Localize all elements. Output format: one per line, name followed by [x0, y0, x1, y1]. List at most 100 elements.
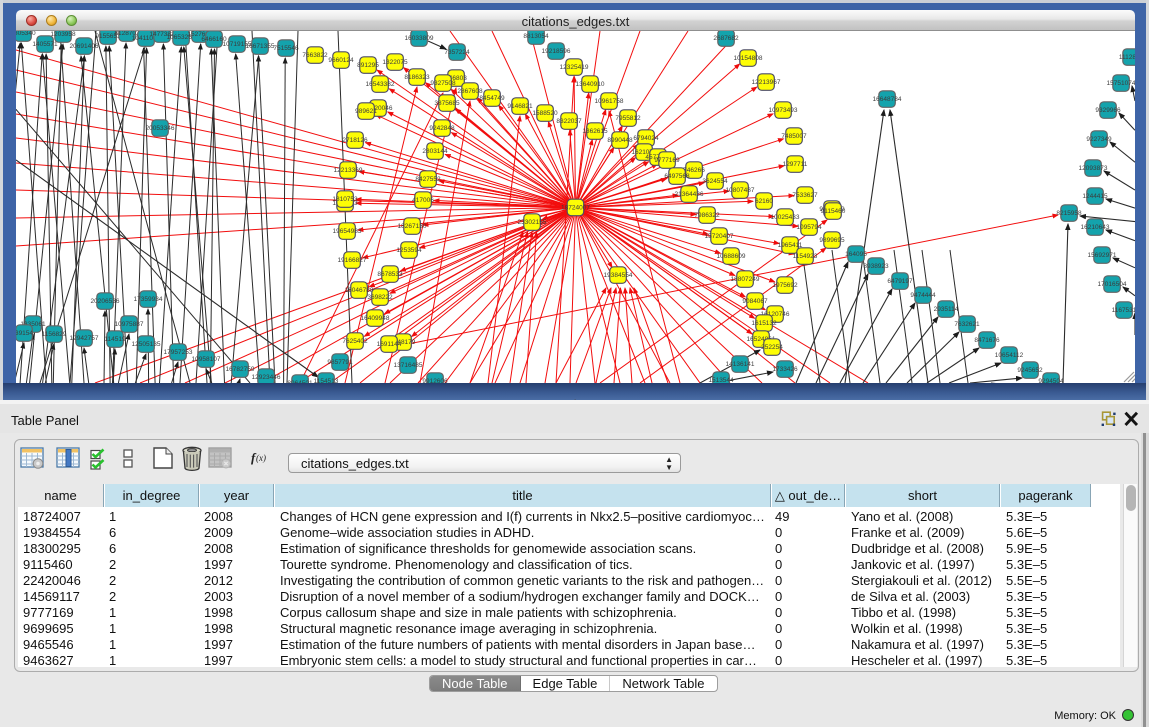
svg-text:8427552: 8427552: [415, 176, 441, 183]
svg-text:15692971: 15692971: [1088, 252, 1117, 259]
svg-text:16543382: 16543382: [366, 81, 395, 88]
svg-text:17016504: 17016504: [1098, 281, 1127, 288]
svg-text:1691144: 1691144: [377, 341, 402, 348]
svg-text:9777169: 9777169: [654, 157, 680, 164]
svg-text:9857791: 9857791: [327, 359, 353, 366]
svg-text:6479197: 6479197: [887, 278, 913, 285]
svg-text:417006: 417006: [412, 197, 434, 204]
svg-text:18724007: 18724007: [561, 205, 590, 212]
svg-text:62160: 62160: [755, 198, 773, 205]
svg-text:21364436: 21364436: [675, 191, 704, 198]
svg-text:12093873: 12093873: [1079, 165, 1108, 172]
svg-text:8454749: 8454749: [479, 95, 505, 102]
svg-text:10961758: 10961758: [595, 98, 624, 105]
svg-text:9242848: 9242848: [429, 125, 455, 132]
svg-text:1112833: 1112833: [1119, 54, 1135, 61]
svg-text:16210643: 16210643: [1081, 224, 1110, 231]
svg-text:7357224: 7357224: [444, 49, 470, 56]
svg-text:1805340: 1805340: [16, 31, 36, 37]
svg-text:7485007: 7485007: [781, 133, 807, 140]
svg-text:1297711: 1297711: [783, 161, 808, 168]
svg-text:8471676: 8471676: [974, 337, 1000, 344]
svg-text:7632621: 7632621: [954, 321, 980, 328]
svg-text:1733426: 1733426: [772, 366, 798, 373]
svg-text:19384554: 19384554: [604, 272, 633, 279]
svg-text:10973493: 10973493: [769, 107, 798, 114]
svg-text:(x): (x): [256, 453, 266, 463]
svg-text:2718126: 2718126: [342, 137, 368, 144]
svg-text:9227349: 9227349: [1086, 136, 1112, 143]
svg-text:16046788: 16046788: [345, 287, 374, 294]
svg-text:9329966: 9329966: [1095, 107, 1121, 114]
svg-text:6497568: 6497568: [664, 173, 690, 180]
svg-text:20691406: 20691406: [70, 43, 99, 50]
svg-text:7955812: 7955812: [615, 115, 641, 122]
svg-text:8813054: 8813054: [523, 33, 549, 40]
svg-text:17957253: 17957253: [164, 349, 193, 356]
svg-text:1975692: 1975692: [772, 282, 798, 289]
svg-text:10025433: 10025433: [771, 214, 800, 221]
svg-text:19218596: 19218596: [542, 48, 571, 55]
svg-text:1253594: 1253594: [396, 247, 422, 254]
svg-text:19654983: 19654983: [333, 228, 362, 235]
svg-text:7625402: 7625402: [342, 338, 368, 345]
svg-text:12213369: 12213369: [334, 167, 363, 174]
svg-text:1156829: 1156829: [42, 331, 67, 338]
svg-text:9146821: 9146821: [507, 103, 533, 110]
svg-text:23302155: 23302155: [518, 219, 547, 226]
svg-text:7663822: 7663822: [302, 52, 328, 59]
svg-text:16033809: 16033809: [405, 35, 434, 42]
svg-text:8938923: 8938923: [863, 263, 889, 270]
svg-text:3624554: 3624554: [702, 178, 728, 185]
svg-text:20206536: 20206536: [91, 298, 120, 305]
svg-text:252254: 252254: [761, 344, 783, 351]
svg-text:7515546: 7515546: [273, 45, 299, 52]
svg-text:20053346: 20053346: [146, 125, 175, 132]
svg-text:1322075: 1322075: [382, 59, 408, 66]
svg-text:9327508: 9327508: [430, 80, 456, 87]
svg-text:1615132: 1615132: [751, 320, 777, 327]
svg-text:8678533: 8678533: [377, 271, 403, 278]
svg-text:12505135: 12505135: [132, 341, 161, 348]
svg-text:8186323: 8186323: [404, 74, 430, 81]
svg-text:3698222: 3698222: [367, 294, 393, 301]
svg-text:16648784: 16648784: [873, 96, 902, 103]
svg-text:1244415: 1244415: [1082, 193, 1108, 200]
svg-text:39154: 39154: [16, 330, 33, 337]
svg-text:10154808: 10154808: [734, 55, 763, 62]
svg-text:891295: 891295: [357, 62, 379, 69]
svg-text:10958107: 10958107: [192, 356, 221, 363]
svg-text:1362615: 1362615: [582, 128, 608, 135]
svg-text:17359934: 17359934: [134, 296, 163, 303]
svg-text:16409948: 16409948: [361, 315, 390, 322]
svg-text:8215958: 8215958: [1056, 210, 1082, 217]
svg-text:9245652: 9245652: [1017, 367, 1043, 374]
svg-text:18267130: 18267130: [398, 223, 427, 230]
svg-text:164095: 164095: [845, 251, 867, 258]
svg-text:12325419: 12325419: [560, 64, 589, 71]
svg-text:12942757: 12942757: [70, 335, 99, 342]
svg-text:14136141: 14136141: [726, 361, 755, 368]
svg-text:10807487: 10807487: [726, 187, 755, 194]
svg-text:989621: 989621: [355, 108, 377, 115]
svg-text:9084067: 9084067: [742, 298, 768, 305]
svg-text:15720407: 15720407: [705, 233, 734, 240]
svg-text:12213967: 12213967: [752, 79, 781, 86]
svg-text:16671355: 16671355: [246, 43, 275, 50]
svg-text:8322037: 8322037: [556, 118, 582, 125]
svg-text:15751074: 15751074: [1107, 80, 1135, 87]
svg-text:2803144: 2803144: [422, 148, 448, 155]
svg-text:10975887: 10975887: [115, 321, 144, 328]
svg-text:10654112: 10654112: [995, 352, 1024, 359]
svg-text:2687682: 2687682: [713, 35, 739, 42]
svg-text:16782759: 16782759: [226, 366, 255, 373]
svg-text:3875685: 3875685: [434, 100, 460, 107]
svg-text:13640910: 13640910: [576, 81, 605, 88]
svg-text:9115460: 9115460: [821, 208, 846, 215]
svg-text:1167531: 1167531: [1112, 307, 1135, 314]
svg-text:7533627: 7533627: [792, 192, 818, 199]
svg-text:13716485: 13716485: [394, 362, 423, 369]
svg-text:19166827: 19166827: [338, 257, 367, 264]
svg-text:1154923: 1154923: [793, 253, 818, 260]
svg-text:1405571: 1405571: [32, 41, 58, 48]
